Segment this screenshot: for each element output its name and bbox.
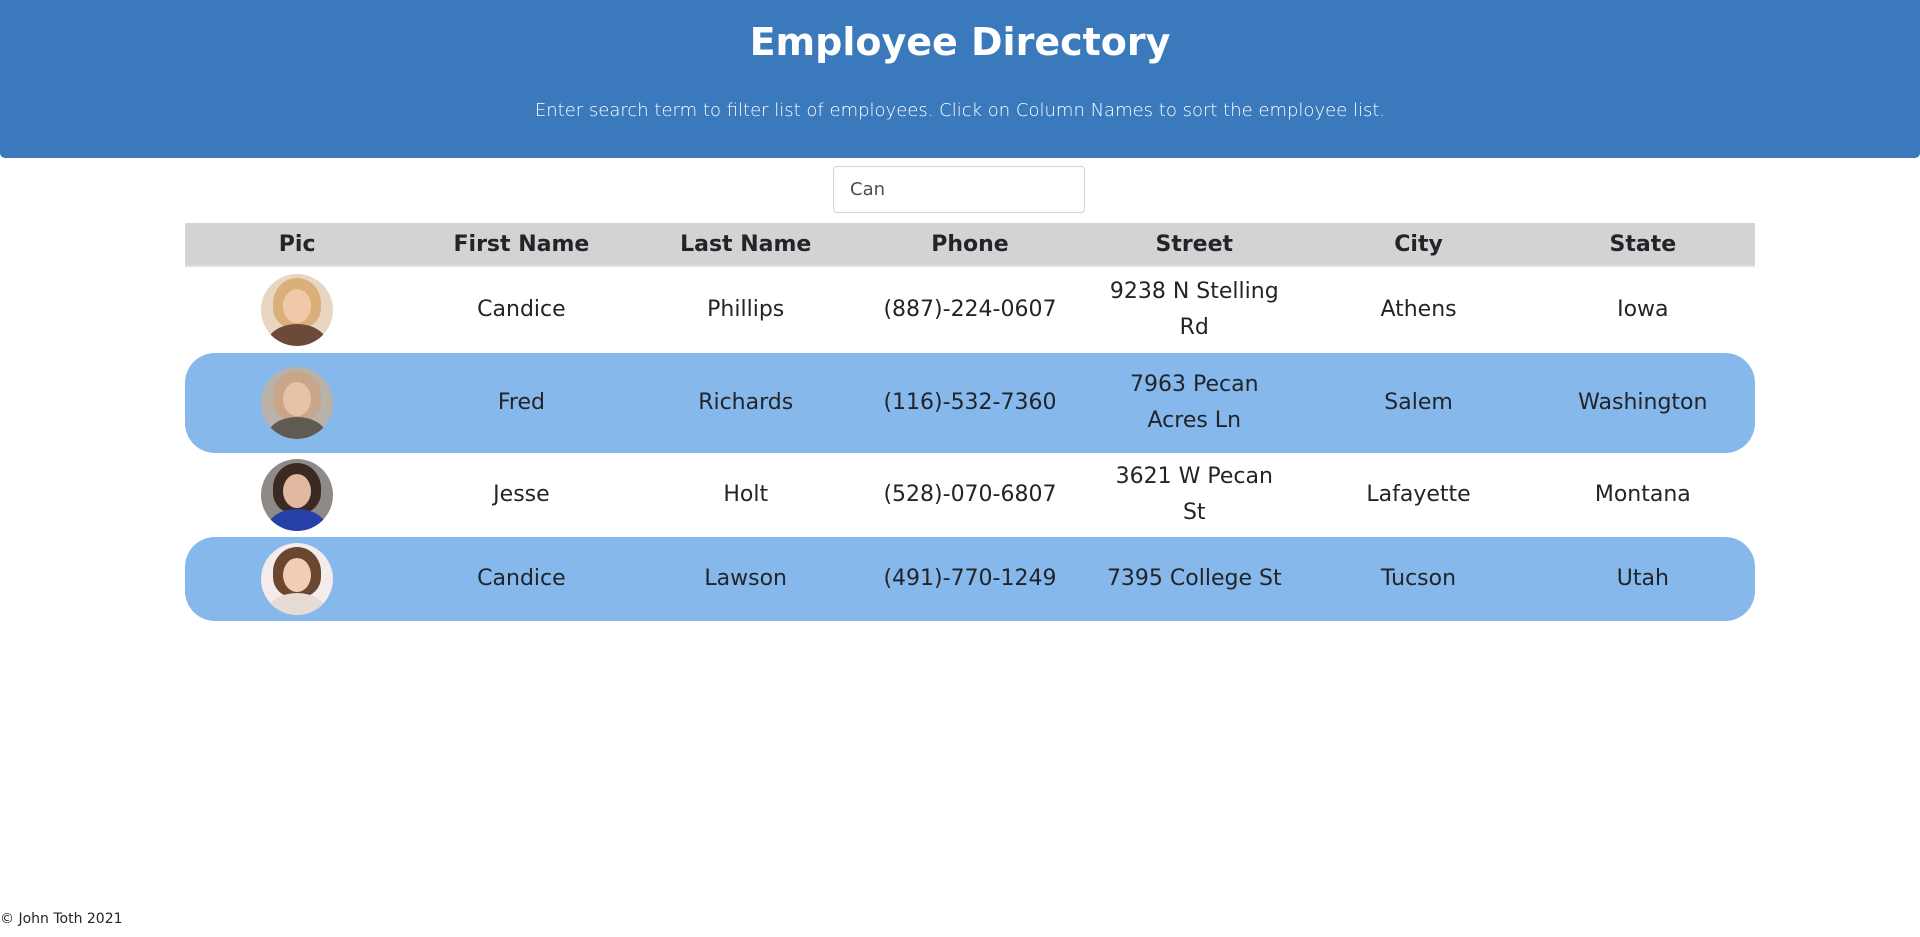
column-header-last-name[interactable]: Last Name bbox=[634, 223, 858, 265]
city-cell: Lafayette bbox=[1366, 482, 1471, 507]
phone-cell: (116)-532-7360 bbox=[883, 390, 1057, 415]
pic-cell bbox=[185, 367, 409, 439]
employee-table: Pic First Name Last Name Phone Street Ci… bbox=[185, 223, 1755, 621]
state-cell: Iowa bbox=[1617, 297, 1669, 322]
last-name-cell: Phillips bbox=[707, 297, 785, 322]
phone-cell: (887)-224-0607 bbox=[883, 297, 1057, 322]
avatar bbox=[261, 543, 334, 615]
column-header-first-name[interactable]: First Name bbox=[409, 223, 633, 265]
phone-cell: (528)-070-6807 bbox=[883, 482, 1057, 507]
table-row: Fred Richards (116)-532-7360 7963 Pecan … bbox=[185, 353, 1755, 453]
column-header-pic[interactable]: Pic bbox=[185, 223, 409, 265]
table-row: Candice Lawson (491)-770-1249 7395 Colle… bbox=[185, 537, 1755, 621]
search-input[interactable] bbox=[833, 166, 1085, 213]
avatar-body bbox=[267, 324, 328, 346]
copyright-footer: © John Toth 2021 bbox=[0, 911, 123, 927]
state-cell: Montana bbox=[1594, 482, 1691, 507]
column-header-phone[interactable]: Phone bbox=[858, 223, 1082, 265]
table-row: Candice Phillips (887)-224-0607 9238 N S… bbox=[185, 267, 1755, 353]
pic-cell bbox=[185, 543, 409, 615]
table-row: Jesse Holt (528)-070-6807 3621 W Pecan S… bbox=[185, 453, 1755, 537]
street-cell: 7395 College St bbox=[1106, 566, 1282, 591]
avatar-face bbox=[283, 289, 312, 323]
avatar-face bbox=[283, 474, 312, 508]
avatar-face bbox=[283, 558, 312, 592]
phone-cell: (491)-770-1249 bbox=[883, 566, 1057, 591]
avatar-face bbox=[283, 382, 312, 416]
column-header-city[interactable]: City bbox=[1306, 223, 1530, 265]
city-cell: Salem bbox=[1384, 390, 1453, 415]
state-cell: Utah bbox=[1616, 566, 1669, 591]
avatar-body bbox=[267, 593, 328, 615]
first-name-cell: Candice bbox=[477, 297, 566, 322]
pic-cell bbox=[185, 274, 409, 346]
first-name-cell: Jesse bbox=[493, 482, 550, 507]
street-cell: 9238 N Stelling Rd bbox=[1109, 279, 1279, 340]
page-subtitle: Enter search term to filter list of empl… bbox=[534, 100, 1386, 121]
avatar-body bbox=[267, 509, 328, 531]
pic-cell bbox=[185, 459, 409, 531]
avatar bbox=[261, 367, 334, 439]
city-cell: Athens bbox=[1380, 297, 1457, 322]
last-name-cell: Holt bbox=[723, 482, 769, 507]
state-cell: Washington bbox=[1578, 390, 1708, 415]
column-header-state[interactable]: State bbox=[1531, 223, 1755, 265]
last-name-cell: Lawson bbox=[704, 566, 787, 591]
avatar bbox=[261, 459, 334, 531]
city-cell: Tucson bbox=[1381, 566, 1457, 591]
first-name-cell: Candice bbox=[477, 566, 566, 591]
first-name-cell: Fred bbox=[497, 390, 545, 415]
last-name-cell: Richards bbox=[698, 390, 794, 415]
avatar bbox=[261, 274, 334, 346]
column-header-street[interactable]: Street bbox=[1082, 223, 1306, 265]
page-header: Employee Directory Enter search term to … bbox=[0, 0, 1920, 158]
page-title: Employee Directory bbox=[749, 20, 1171, 64]
street-cell: 7963 Pecan Acres Ln bbox=[1130, 372, 1259, 433]
street-cell: 3621 W Pecan St bbox=[1115, 464, 1273, 525]
avatar-body bbox=[267, 417, 328, 439]
table-header: Pic First Name Last Name Phone Street Ci… bbox=[185, 223, 1755, 267]
